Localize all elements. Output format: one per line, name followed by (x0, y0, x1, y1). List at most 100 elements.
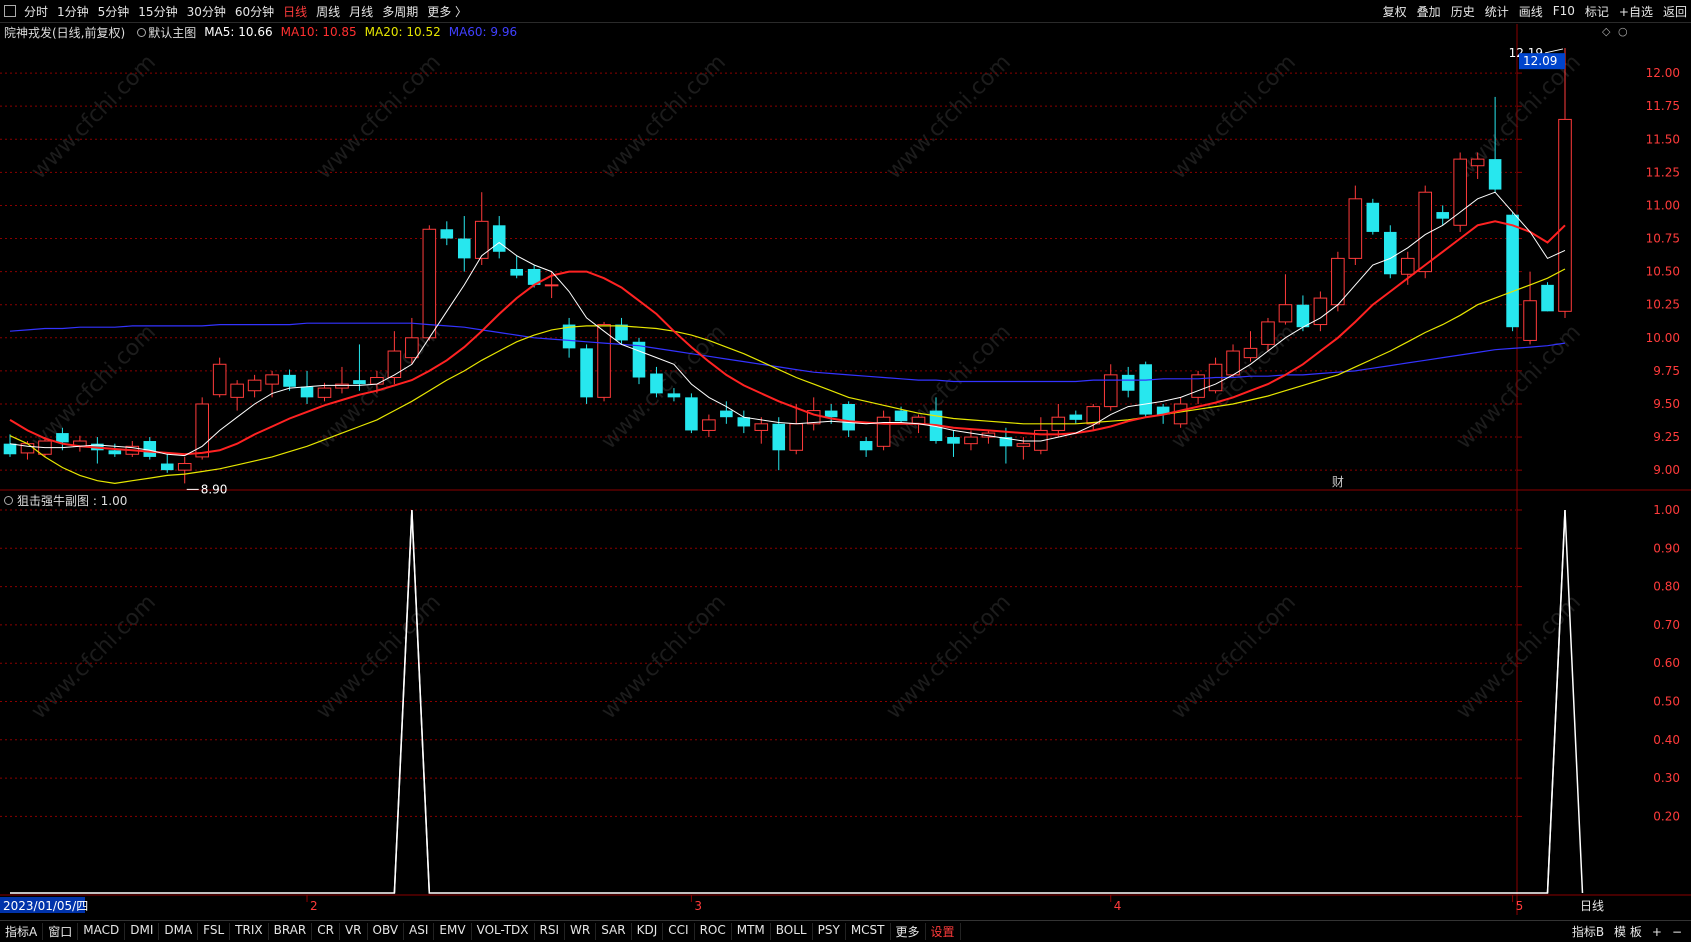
indicator-tab[interactable]: BOLL (771, 923, 813, 940)
candle-body-up (20, 443, 35, 454)
sub-y-tick-label: 0.20 (1653, 809, 1680, 823)
candle-body-down (1541, 284, 1554, 312)
candle-body-up (387, 350, 402, 379)
candle-body-up (422, 228, 437, 339)
candle-body-down (1436, 212, 1449, 219)
candle-body-down (3, 443, 17, 455)
event-marker: 财 (1332, 475, 1344, 489)
indicator-tab[interactable]: EMV (434, 923, 472, 940)
bottom-right-button[interactable]: − (1667, 925, 1687, 939)
indicator-tab[interactable]: WR (565, 923, 597, 940)
candle-body-down (457, 238, 471, 259)
start-date-label: 2023/01/05/四 (3, 899, 88, 913)
month-label: 2 (310, 899, 318, 913)
candle-body-down (510, 268, 523, 276)
sub-y-tick-label: 0.40 (1653, 733, 1680, 747)
bottom-right-group: 指标B 模 板 + − (1567, 921, 1687, 942)
candle-body-down (772, 423, 786, 451)
candle-body-down (580, 348, 593, 398)
indicator-tab[interactable]: CR (312, 923, 340, 940)
indicator-tab[interactable]: 窗口 (43, 923, 79, 940)
circle-icon: ○ (1618, 25, 1628, 38)
bottom-right-button[interactable]: 指标B (1567, 923, 1609, 940)
watermark-text: www.cfchi.com (1167, 590, 1301, 724)
candle-body-up (754, 423, 769, 431)
current-price-tag: 12.09 (1523, 54, 1557, 68)
indicator-tab[interactable]: TRIX (230, 923, 269, 940)
indicator-tab[interactable]: ROC (695, 923, 732, 940)
candle-body-up (1278, 304, 1293, 323)
indicator-tab[interactable]: MCST (846, 923, 891, 940)
indicator-tab[interactable]: BRAR (269, 923, 313, 940)
indicator-tab[interactable]: KDJ (632, 923, 664, 940)
indicator-tab[interactable]: ASI (404, 923, 435, 940)
indicator-tab[interactable]: RSI (535, 923, 566, 940)
bottom-right-button[interactable]: 模 板 (1609, 923, 1647, 940)
candle-body-down (160, 463, 174, 471)
watermark-text: www.cfchi.com (27, 320, 161, 454)
indicator-tab[interactable]: 指标A (0, 923, 44, 940)
chart-canvas[interactable]: www.cfchi.com www.cfchi.com www.cfchi.com w… (0, 0, 1691, 942)
candle-body-up (1331, 257, 1345, 306)
candle-body-down (143, 441, 157, 457)
month-label: 4 (1114, 899, 1122, 913)
indicator-tab[interactable]: MTM (732, 923, 771, 940)
watermark-text: www.cfchi.com (882, 590, 1016, 724)
y-tick-label: 11.75 (1646, 99, 1680, 113)
diamond-icon: ◇ (1602, 25, 1611, 38)
indicator-tabbar: 指标A 窗口 MACD DMI DMA FSL TRIX BRAR CR VR OBV ASI EMV V… (0, 920, 1691, 942)
candle-body-up (1086, 406, 1101, 425)
indicator-tab[interactable]: 更多 (891, 923, 926, 940)
candle-body-down (1488, 159, 1502, 190)
candle-body-down (108, 450, 122, 455)
candle-body-down (1366, 202, 1380, 232)
candle-body-up (597, 324, 611, 398)
y-tick-label: 11.50 (1646, 132, 1680, 146)
candle-body-up (265, 374, 279, 385)
y-tick-label: 9.75 (1653, 364, 1680, 378)
y-tick-label: 12.00 (1646, 66, 1680, 80)
indicator-tab[interactable]: MACD (78, 923, 126, 940)
indicator-tab-list: 指标A 窗口 MACD DMI DMA FSL TRIX BRAR CR VR OBV ASI EMV V… (0, 923, 961, 940)
ma5-line (9, 191, 1566, 457)
sub-y-tick-label: 1.00 (1653, 503, 1680, 517)
watermark-text: www.cfchi.com (312, 320, 446, 454)
candle-body-up (1400, 257, 1415, 275)
candle-body-up (177, 463, 192, 471)
low-price-label: 8.90 (201, 482, 228, 496)
sub-y-tick-label: 0.60 (1653, 656, 1680, 670)
indicator-tab[interactable]: VR (340, 923, 368, 940)
candle-body-up (1470, 158, 1485, 167)
candle-body-up (964, 436, 978, 445)
candle-body-down (859, 441, 873, 451)
indicator-tab[interactable]: SAR (596, 923, 632, 940)
candle-body-down (615, 324, 628, 341)
candle-body-down (492, 225, 506, 252)
candle-body-up (212, 363, 227, 396)
candle-body-down (1506, 214, 1519, 328)
indicator-tab[interactable]: OBV (368, 923, 405, 940)
indicator-tab[interactable]: FSL (198, 923, 231, 940)
candle-body-up (405, 337, 419, 359)
y-tick-label: 10.00 (1646, 331, 1680, 345)
month-label: 5 (1516, 899, 1524, 913)
watermark-text: www.cfchi.com (882, 50, 1016, 184)
bottom-right-button[interactable]: + (1647, 925, 1667, 939)
watermark-text: www.cfchi.com (1452, 590, 1586, 724)
candle-body-up (370, 377, 384, 385)
indicator-tab[interactable]: 设置 (926, 923, 961, 940)
watermark-text: www.cfchi.com (1167, 50, 1301, 184)
indicator-tab[interactable]: VOL-TDX (472, 923, 535, 940)
candle-body-down (842, 403, 855, 431)
period-axis-label: 日线 (1580, 899, 1604, 913)
candle-body-down (685, 397, 698, 431)
indicator-tab[interactable]: DMA (159, 923, 199, 940)
indicator-tab[interactable]: PSY (813, 923, 846, 940)
watermark-text: www.cfchi.com (27, 50, 161, 184)
sub-y-tick-label: 0.50 (1653, 695, 1680, 709)
ma60-line (9, 322, 1566, 383)
indicator-tab[interactable]: CCI (663, 923, 695, 940)
indicator-tab[interactable]: DMI (125, 923, 160, 940)
candle-body-up (1348, 198, 1363, 259)
candle-body-up (317, 387, 332, 398)
